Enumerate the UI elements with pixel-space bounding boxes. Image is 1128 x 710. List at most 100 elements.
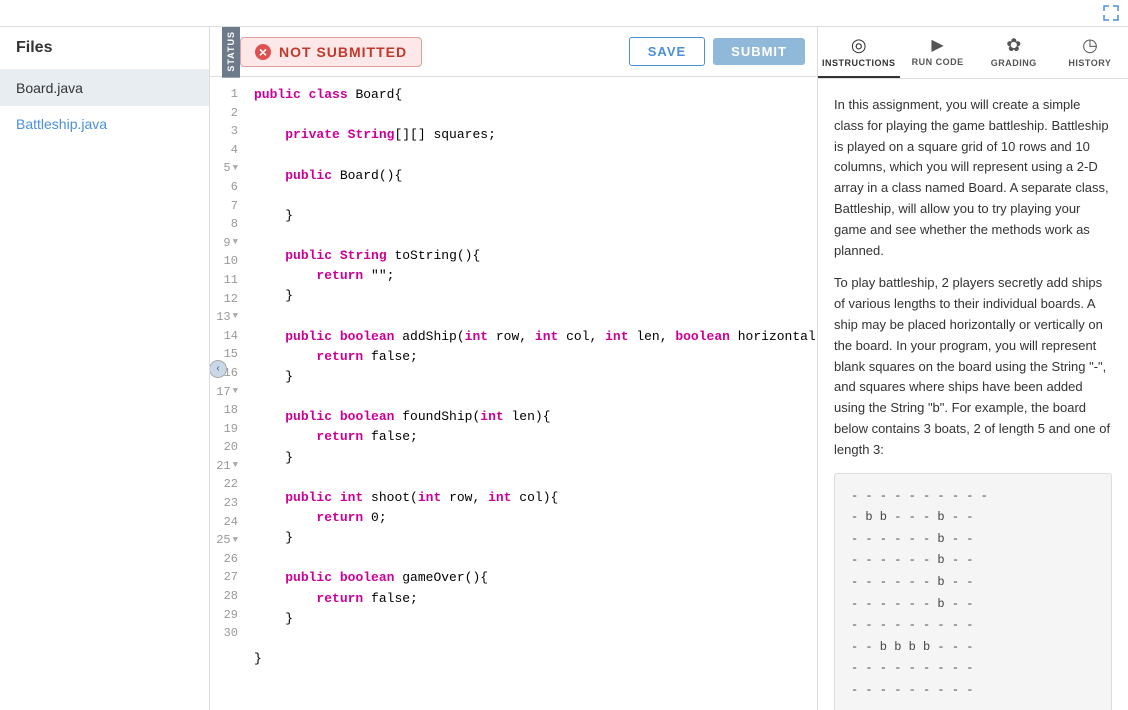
code-line: public class Board{ — [254, 85, 817, 105]
grid-row: - - - - - - - - - - — [851, 486, 1095, 508]
line-number: 12 — [210, 290, 246, 309]
line-number: 1 — [210, 85, 246, 104]
board-grid: - - - - - - - - - -- b b - - - b - -- - … — [834, 473, 1112, 710]
instructions-icon: ◎ — [851, 35, 867, 56]
tab-grading[interactable]: ✿ GRADING — [976, 27, 1052, 78]
code-line: public boolean addShip(int row, int col,… — [254, 327, 817, 347]
line-number: 19 — [210, 420, 246, 439]
code-line — [254, 468, 817, 488]
line-number: 14 — [210, 327, 246, 346]
main-area: Files Board.java Battleship.java STATUS … — [0, 27, 1128, 710]
code-line — [254, 226, 817, 246]
code-line — [254, 145, 817, 165]
history-tab-label: HISTORY — [1068, 58, 1111, 68]
line-number: 7 — [210, 197, 246, 216]
code-line: return false; — [254, 427, 817, 447]
file-item-board[interactable]: Board.java — [0, 70, 209, 106]
code-line: return 0; — [254, 508, 817, 528]
line-number: 6 — [210, 178, 246, 197]
code-line: return false; — [254, 347, 817, 367]
line-number: 8 — [210, 215, 246, 234]
code-line: } — [254, 448, 817, 468]
code-line: return ""; — [254, 266, 817, 286]
code-line: private String[][] squares; — [254, 125, 817, 145]
line-number: 28 — [210, 587, 246, 606]
line-number: 25▼ — [210, 531, 246, 550]
instructions-tab-label: INSTRUCTIONS — [822, 58, 896, 68]
code-line: return false; — [254, 589, 817, 609]
code-line — [254, 629, 817, 649]
code-content[interactable]: public class Board{ private String[][] s… — [246, 77, 817, 710]
expand-icon[interactable] — [1102, 4, 1120, 22]
line-number: 13▼ — [210, 308, 246, 327]
instructions-paragraph-2: To play battleship, 2 players secretly a… — [834, 273, 1112, 460]
files-sidebar: Files Board.java Battleship.java — [0, 27, 210, 710]
line-number: 11 — [210, 271, 246, 290]
code-line — [254, 387, 817, 407]
history-icon: ◷ — [1082, 35, 1098, 56]
grid-row: - - - - - - - - - — [851, 615, 1095, 637]
code-line: } — [254, 286, 817, 306]
line-number: 29 — [210, 606, 246, 625]
line-number: 5▼ — [210, 159, 246, 178]
panel-tabs: ◎ INSTRUCTIONS ▶ RUN CODE ✿ GRADING ◷ HI… — [818, 27, 1128, 79]
code-line — [254, 307, 817, 327]
code-line: } — [254, 609, 817, 629]
submit-button[interactable]: SUBMIT — [713, 38, 805, 65]
app-container: Files Board.java Battleship.java STATUS … — [0, 0, 1128, 710]
grid-row: - - - - - - b - - — [851, 529, 1095, 551]
code-line — [254, 105, 817, 125]
grid-row: - - - - - - - - - — [851, 680, 1095, 702]
line-number: 26 — [210, 550, 246, 569]
grid-row: - - - - - - b - - — [851, 572, 1095, 594]
code-line: public Board(){ — [254, 166, 817, 186]
line-number: 2 — [210, 104, 246, 123]
not-submitted-badge: NOT SUBMITTED — [240, 37, 422, 67]
status-bar: STATUS — [222, 27, 240, 78]
line-number: 18 — [210, 401, 246, 420]
code-line — [254, 669, 817, 689]
tab-history[interactable]: ◷ HISTORY — [1052, 27, 1128, 78]
code-line: public int shoot(int row, int col){ — [254, 488, 817, 508]
not-submitted-icon — [255, 44, 271, 60]
line-number: 20 — [210, 438, 246, 457]
line-number: 17▼ — [210, 383, 246, 402]
line-number: 10 — [210, 252, 246, 271]
instructions-paragraph-1: In this assignment, you will create a si… — [834, 95, 1112, 261]
code-line: public boolean foundShip(int len){ — [254, 407, 817, 427]
line-numbers: 12345▼6789▼10111213▼14151617▼18192021▼22… — [210, 77, 246, 710]
file-item-battleship[interactable]: Battleship.java — [0, 106, 209, 142]
not-submitted-text: NOT SUBMITTED — [279, 44, 407, 60]
grid-row: - - - - - - b - - — [851, 550, 1095, 572]
line-number: 3 — [210, 122, 246, 141]
tab-run-code[interactable]: ▶ RUN CODE — [900, 27, 976, 78]
code-line — [254, 548, 817, 568]
code-editor[interactable]: 12345▼6789▼10111213▼14151617▼18192021▼22… — [210, 77, 817, 710]
instructions-panel: ◎ INSTRUCTIONS ▶ RUN CODE ✿ GRADING ◷ HI… — [818, 27, 1128, 710]
grid-row: - b b - - - b - - — [851, 507, 1095, 529]
top-bar — [0, 0, 1128, 27]
panel-content: In this assignment, you will create a si… — [818, 79, 1128, 710]
line-number: 22 — [210, 475, 246, 494]
editor-toolbar: STATUS NOT SUBMITTED SAVE SUBMIT — [210, 27, 817, 77]
code-line — [254, 186, 817, 206]
code-line: } — [254, 649, 817, 669]
code-line: } — [254, 206, 817, 226]
line-number: 9▼ — [210, 234, 246, 253]
run-code-tab-label: RUN CODE — [912, 57, 964, 67]
code-line: public String toString(){ — [254, 246, 817, 266]
grading-icon: ✿ — [1006, 35, 1021, 56]
line-number: 27 — [210, 568, 246, 587]
code-line: } — [254, 367, 817, 387]
grid-row: - - b b b b - - - — [851, 637, 1095, 659]
files-header: Files — [0, 27, 209, 70]
run-code-icon: ▶ — [931, 35, 943, 55]
line-number: 4 — [210, 141, 246, 160]
save-button[interactable]: SAVE — [629, 37, 705, 66]
line-number: 21▼ — [210, 457, 246, 476]
code-line: } — [254, 528, 817, 548]
editor-area: STATUS NOT SUBMITTED SAVE SUBMIT 12345▼6… — [210, 27, 818, 710]
tab-instructions[interactable]: ◎ INSTRUCTIONS — [818, 27, 900, 78]
line-number: 30 — [210, 624, 246, 643]
code-line: public boolean gameOver(){ — [254, 568, 817, 588]
